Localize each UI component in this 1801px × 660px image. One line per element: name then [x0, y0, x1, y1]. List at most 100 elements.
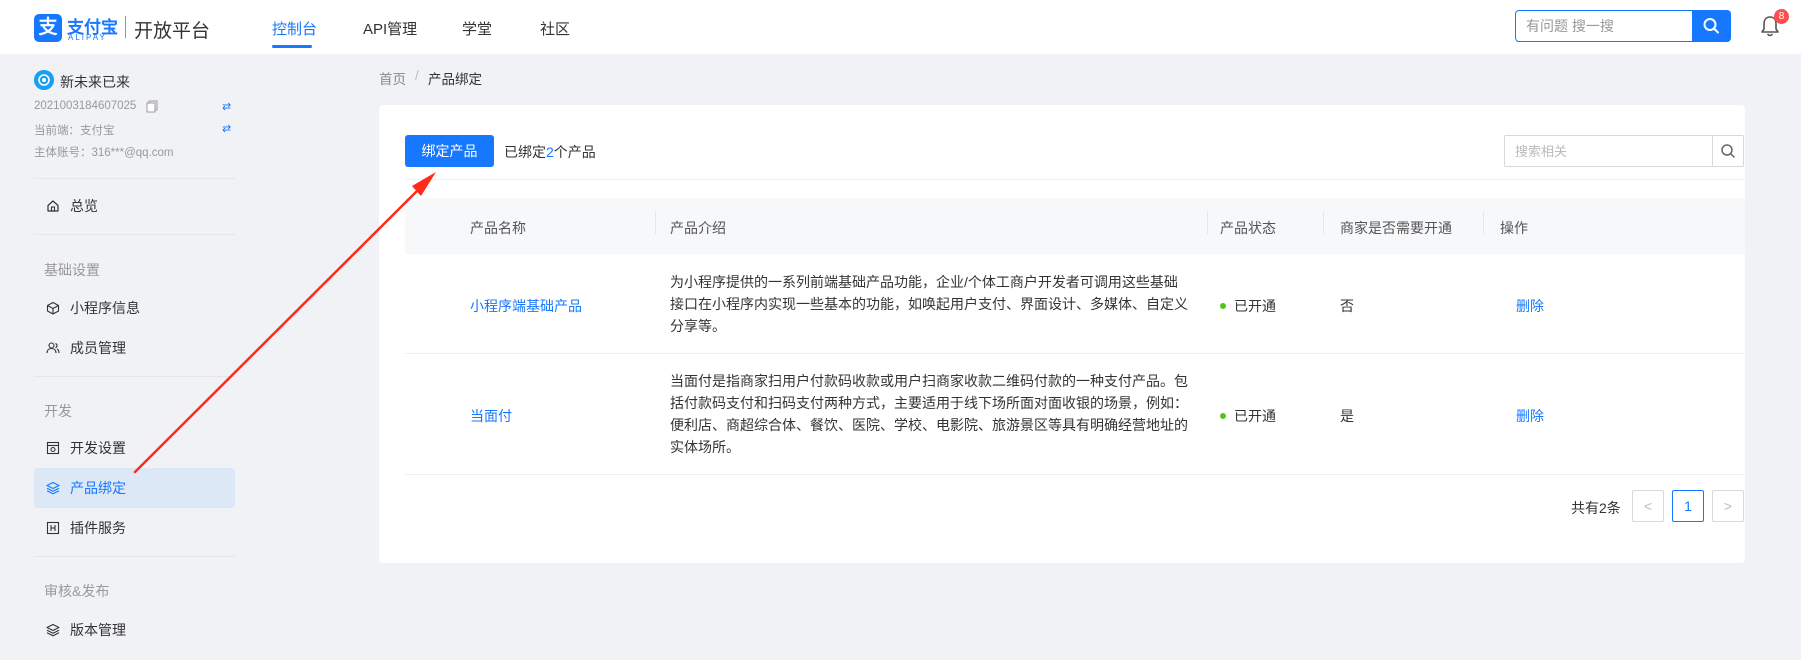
breadcrumb-current: 产品绑定	[428, 72, 482, 87]
home-icon	[47, 200, 59, 212]
sidebar-item-product-binding[interactable]: 产品绑定	[34, 468, 235, 508]
pagination-page-1[interactable]: 1	[1672, 490, 1704, 522]
column-divider	[1323, 212, 1324, 234]
notification-badge: 8	[1774, 9, 1789, 24]
status-text: 已开通	[1234, 298, 1276, 314]
product-status: 已开通	[1220, 406, 1276, 426]
sidebar-divider	[34, 234, 235, 235]
column-divider	[1483, 212, 1484, 234]
sidebar-divider	[34, 376, 235, 377]
sidebar-item-label: 开发设置	[70, 440, 126, 456]
sidebar-divider	[34, 178, 235, 179]
nav-active-indicator	[272, 45, 312, 48]
sidebar-item-overview[interactable]: 总览	[34, 186, 235, 226]
sidebar-item-dev-settings[interactable]: 开发设置	[34, 428, 235, 468]
column-header-name: 产品名称	[470, 220, 526, 236]
sidebar-item-plugin-service[interactable]: 插件服务	[34, 508, 235, 548]
layers-icon	[46, 481, 60, 495]
pagination-next-button[interactable]: >	[1712, 490, 1744, 522]
table-header: 产品名称 产品介绍 产品状态 商家是否需要开通 操作	[405, 198, 1745, 254]
sidebar-item-miniapp-info[interactable]: 小程序信息	[34, 288, 235, 328]
users-icon	[46, 342, 60, 354]
card-divider	[405, 179, 1745, 180]
current-end: 当前端：支付宝	[34, 125, 115, 137]
sidebar-divider	[34, 556, 235, 557]
nav-community[interactable]: 社区	[540, 18, 570, 39]
column-header-merchant: 商家是否需要开通	[1340, 220, 1452, 236]
row-divider	[405, 353, 1745, 354]
column-divider	[655, 212, 656, 234]
nav-academy[interactable]: 学堂	[462, 18, 492, 39]
sidebar: 新未来已来 2021003184607025 ⇄ 当前端：支付宝 ⇄ 主体账号：…	[0, 54, 240, 660]
app-id: 2021003184607025	[34, 100, 137, 112]
sidebar-item-version-management[interactable]: 版本管理	[34, 610, 235, 650]
description-line: 实体场所。	[670, 439, 740, 455]
sidebar-group-dev: 开发	[44, 403, 72, 419]
status-dot-icon	[1220, 413, 1226, 420]
column-header-status: 产品状态	[1220, 220, 1276, 236]
pagination-prev-button[interactable]: <	[1632, 490, 1664, 522]
switch-app-icon[interactable]: ⇄	[222, 100, 231, 113]
column-divider	[1207, 212, 1208, 234]
app-name: 新未来已来	[60, 74, 130, 90]
sidebar-item-label: 总览	[70, 198, 98, 214]
sidebar-group-review: 审核&发布	[44, 583, 110, 599]
breadcrumb-separator: /	[415, 68, 419, 83]
sidebar-item-label: 版本管理	[70, 622, 126, 638]
sidebar-item-label: 成员管理	[70, 340, 126, 356]
sidebar-item-label: 小程序信息	[70, 300, 140, 316]
status-dot-icon	[1220, 303, 1226, 310]
pagination-total: 共有2条	[1571, 500, 1621, 516]
bound-suffix: 个产品	[553, 144, 596, 160]
product-search-button[interactable]	[1712, 135, 1744, 167]
nav-api-management[interactable]: API管理	[363, 18, 417, 39]
bind-product-button[interactable]: 绑定产品	[405, 135, 494, 167]
settings-panel-icon	[46, 441, 60, 455]
main-account: 主体账号：316***@qq.com	[34, 147, 174, 159]
nav-console[interactable]: 控制台	[272, 18, 317, 39]
top-header: 支 支付宝 ALIPAY 开放平台 控制台 API管理 学堂 社区 8	[0, 0, 1801, 54]
switch-end-icon[interactable]: ⇄	[222, 122, 231, 135]
row-divider	[405, 474, 1745, 475]
logo-subtext: ALIPAY	[68, 33, 107, 42]
plugin-icon	[46, 521, 60, 535]
bound-count: 2	[546, 144, 554, 160]
bound-prefix: 已绑定	[504, 144, 546, 160]
description-line: 为小程序提供的一系列前端基础产品功能，企业/个体工商户开发者可调用这些基础	[670, 274, 1178, 290]
layers-icon	[46, 623, 60, 637]
product-status: 已开通	[1220, 296, 1276, 316]
column-header-actions: 操作	[1500, 220, 1528, 236]
platform-title[interactable]: 开放平台	[134, 16, 210, 43]
sidebar-item-label: 产品绑定	[70, 480, 126, 496]
column-header-description: 产品介绍	[670, 220, 726, 236]
copy-icon[interactable]	[146, 100, 158, 113]
product-search-input[interactable]	[1504, 135, 1713, 167]
product-description: 为小程序提供的一系列前端基础产品功能，企业/个体工商户开发者可调用这些基础 接口…	[670, 271, 1190, 337]
description-line: 分享等。	[670, 318, 726, 334]
description-line: 接口在小程序内实现一些基本的功能，如唤起用户支付、界面设计、多媒体、自定义	[670, 296, 1188, 312]
merchant-needs-activation: 否	[1340, 298, 1354, 314]
help-search-button[interactable]	[1692, 10, 1731, 42]
app-avatar-icon	[34, 70, 54, 90]
description-line: 当面付是指商家扫用户付款码收款或用户扫商家收款二维码付款的一种支付产品。包	[670, 373, 1188, 389]
description-line: 便利店、商超综合体、餐饮、医院、学校、电影院、旅游景区等具有明确经营地址的	[670, 417, 1188, 433]
status-text: 已开通	[1234, 408, 1276, 424]
cube-icon	[46, 301, 60, 315]
sidebar-item-member-management[interactable]: 成员管理	[34, 328, 235, 368]
product-name-link[interactable]: 当面付	[470, 406, 512, 426]
description-line: 括付款码支付和扫码支付两种方式，主要适用于线下场所面对面收银的场景，例如：	[670, 395, 1188, 411]
search-icon	[1703, 18, 1719, 34]
bound-summary: 已绑定2个产品	[504, 142, 596, 162]
delete-link[interactable]: 删除	[1516, 406, 1544, 426]
alipay-logo-icon[interactable]: 支	[34, 14, 62, 42]
merchant-needs-activation: 是	[1340, 408, 1354, 424]
product-name-link[interactable]: 小程序端基础产品	[470, 296, 582, 316]
product-description: 当面付是指商家扫用户付款码收款或用户扫商家收款二维码付款的一种支付产品。包 括付…	[670, 370, 1190, 458]
breadcrumb-home[interactable]: 首页	[379, 68, 406, 88]
sidebar-item-label: 插件服务	[70, 520, 126, 536]
sidebar-group-basic: 基础设置	[44, 262, 100, 278]
delete-link[interactable]: 删除	[1516, 296, 1544, 316]
logo-divider	[125, 16, 126, 38]
search-icon	[1721, 144, 1735, 158]
help-search-input[interactable]	[1515, 10, 1693, 42]
